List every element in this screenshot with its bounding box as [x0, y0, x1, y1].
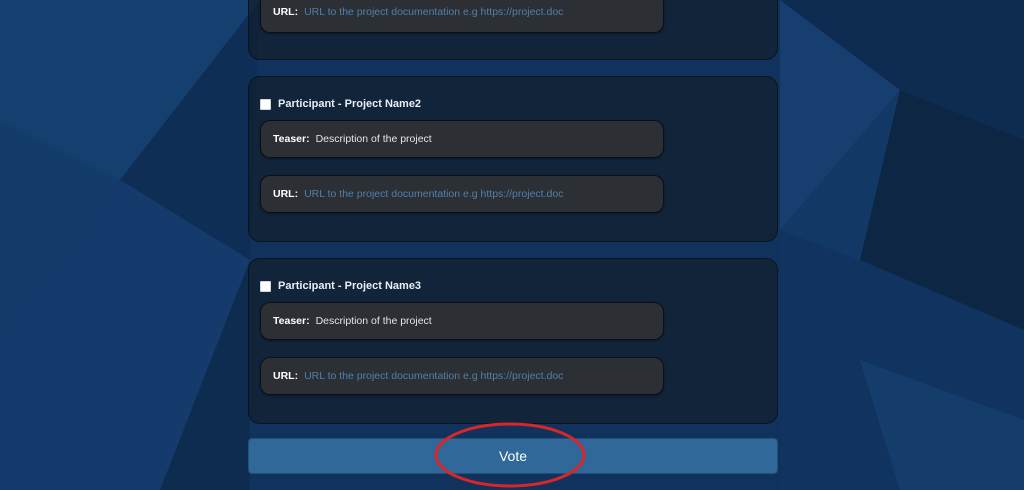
participant-option[interactable]: Participant - Project Name2: [260, 97, 421, 111]
participant-checkbox[interactable]: [260, 280, 271, 292]
url-field[interactable]: URL:: [260, 0, 664, 33]
url-label: URL:: [273, 188, 299, 200]
url-input[interactable]: [304, 370, 625, 382]
teaser-label: Teaser:: [273, 133, 310, 145]
url-field[interactable]: URL:: [260, 357, 664, 395]
teaser-value: Description of the project: [315, 315, 432, 327]
url-input[interactable]: [304, 188, 625, 200]
vote-button[interactable]: Vote: [248, 438, 778, 474]
teaser-label: Teaser:: [273, 315, 310, 327]
participant-label: Participant - Project Name2: [278, 98, 422, 110]
project-card: Participant - Project Name2 Teaser: Desc…: [248, 76, 778, 242]
participant-option[interactable]: Participant - Project Name3: [260, 279, 421, 293]
url-label: URL:: [273, 370, 299, 382]
teaser-value: Description of the project: [315, 133, 432, 145]
project-card: Participant - Project Name3 Teaser: Desc…: [248, 258, 778, 424]
participant-checkbox[interactable]: [260, 98, 271, 110]
url-field[interactable]: URL:: [260, 175, 664, 213]
teaser-field: Teaser: Description of the project: [260, 120, 664, 158]
url-input[interactable]: [304, 6, 625, 18]
teaser-field: Teaser: Description of the project: [260, 302, 664, 340]
project-card: URL:: [248, 0, 778, 60]
participant-label: Participant - Project Name3: [278, 280, 422, 292]
url-label: URL:: [273, 6, 299, 18]
